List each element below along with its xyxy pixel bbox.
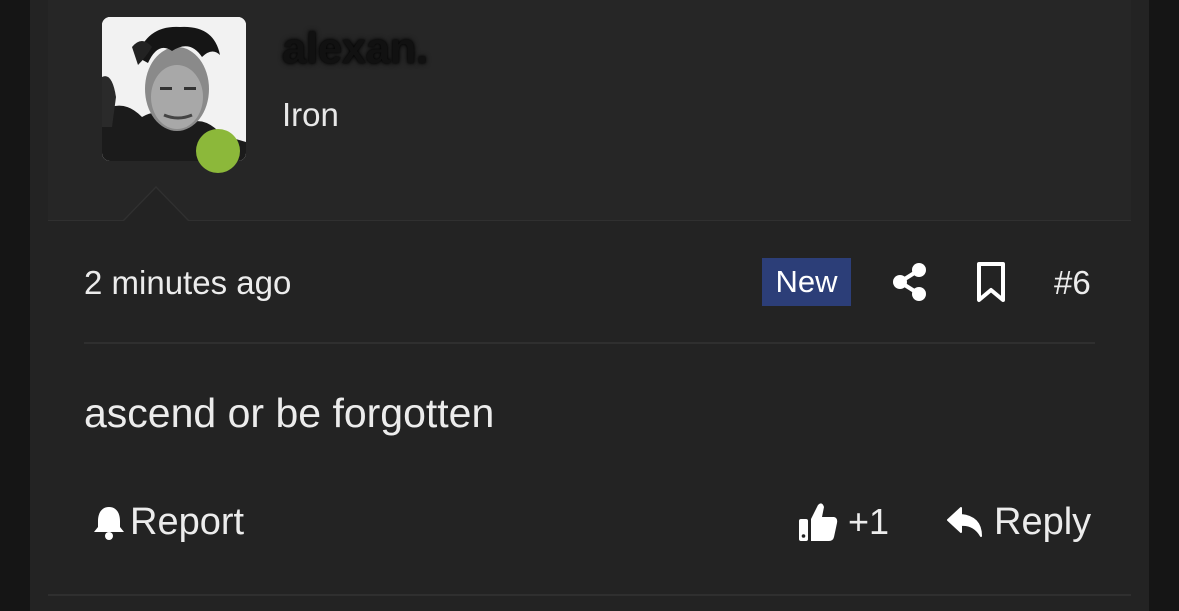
bell-icon	[94, 507, 124, 540]
like-button[interactable]: +1	[798, 494, 889, 550]
report-button[interactable]: Report	[92, 494, 244, 550]
username[interactable]: alexan.	[282, 24, 428, 74]
reply-icon	[947, 507, 982, 537]
like-count: +1	[848, 501, 890, 542]
bookmark-button[interactable]	[974, 260, 1008, 304]
bookmark-icon	[977, 262, 1005, 302]
reply-label: Reply	[994, 500, 1092, 543]
thumbs-up-icon	[799, 503, 838, 541]
post-meta-row: 2 minutes ago New #6	[84, 254, 1095, 310]
meta-divider	[84, 342, 1095, 344]
forum-post: alexan. Iron 2 minutes ago New #6 ascend…	[30, 0, 1149, 611]
post-bottom-divider	[48, 594, 1131, 596]
post-timestamp[interactable]: 2 minutes ago	[84, 264, 291, 302]
post-body: ascend or be forgotten	[84, 390, 495, 436]
user-rank-title: Iron	[282, 96, 339, 133]
post-user-block: alexan. Iron	[48, 0, 1131, 221]
user-block-pointer	[124, 188, 188, 221]
post-number-link[interactable]: #6	[1054, 264, 1091, 302]
new-badge: New	[762, 258, 851, 306]
report-label: Report	[130, 500, 245, 543]
online-status-indicator	[196, 129, 240, 173]
share-icon	[893, 263, 926, 301]
share-button[interactable]	[892, 262, 928, 302]
reply-button[interactable]: Reply	[946, 494, 1091, 550]
post-actions: Report +1 Reply	[84, 494, 1095, 550]
